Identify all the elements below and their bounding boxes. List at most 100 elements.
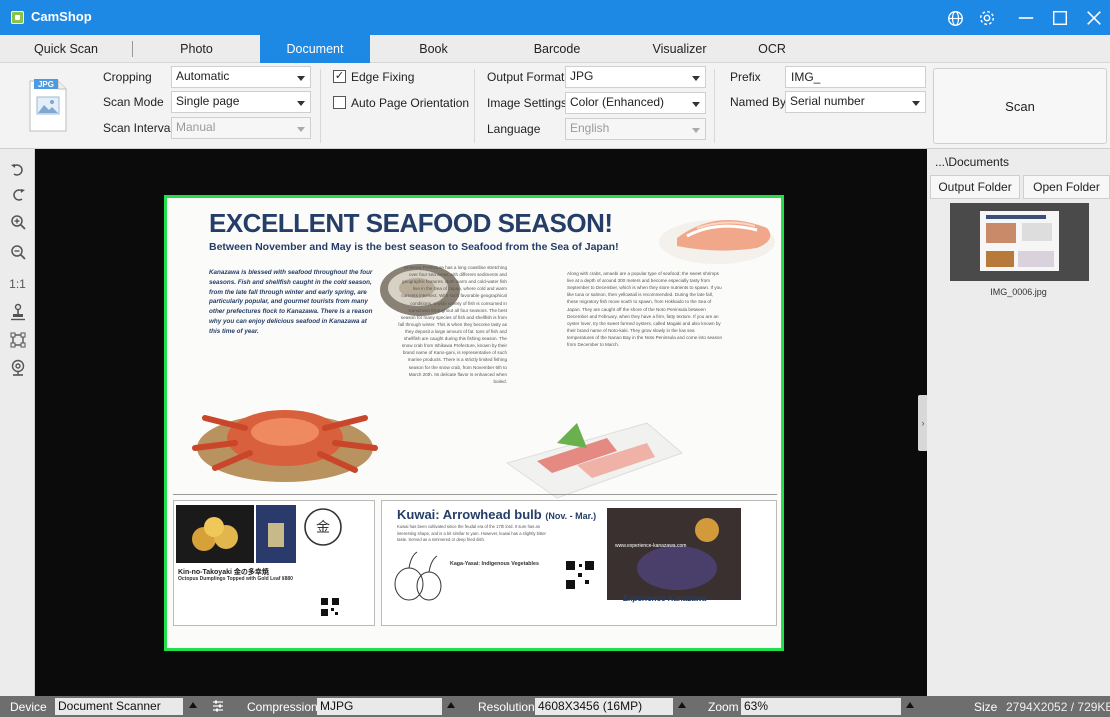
tab-book[interactable]: Book — [370, 35, 497, 63]
crop-frame-icon[interactable] — [5, 328, 30, 352]
output-panel: ...\Documents Output Folder Open Folder … — [927, 149, 1110, 696]
prefix-label: Prefix — [730, 70, 761, 84]
edge-fixing-checkbox[interactable]: ✓ — [333, 70, 346, 83]
experience-url: www.experience-kanazawa.com — [615, 543, 687, 549]
app-logo-icon — [11, 11, 24, 24]
open-folder-button[interactable]: Open Folder — [1023, 175, 1110, 199]
preview-tools-sidebar: 1:1 — [0, 149, 35, 696]
toolbar-divider — [320, 69, 321, 143]
auto-orientation-label: Auto Page Orientation — [351, 96, 470, 110]
chevron-down-icon — [297, 76, 305, 81]
chevron-down-icon — [297, 127, 305, 132]
actual-size-icon[interactable]: 1:1 — [5, 272, 30, 296]
webcam-icon[interactable] — [5, 356, 30, 380]
tab-quick-scan[interactable]: Quick Scan — [0, 35, 132, 63]
image-settings-select[interactable]: Color (Enhanced) — [565, 92, 706, 114]
scan-interval-value: Manual — [176, 120, 216, 134]
image-settings-value: Color (Enhanced) — [570, 95, 665, 109]
settings-gear-icon[interactable] — [975, 6, 999, 30]
close-icon[interactable] — [1082, 6, 1106, 30]
tab-barcode[interactable]: Barcode — [497, 35, 617, 63]
scan-mode-select[interactable]: Single page — [171, 91, 311, 113]
language-label: Language — [487, 122, 541, 136]
zoom-out-icon[interactable] — [5, 240, 30, 264]
scanned-document-page: EXCELLENT SEAFOOD SEASON! Between Novemb… — [164, 195, 784, 651]
output-format-select[interactable]: JPG — [565, 66, 706, 88]
compression-label: Compression — [247, 700, 318, 714]
language-select[interactable]: English — [565, 118, 706, 140]
shop-photo — [256, 505, 296, 563]
named-by-value: Serial number — [790, 94, 865, 108]
output-path: ...\Documents — [935, 155, 1010, 169]
tab-ocr[interactable]: OCR — [742, 35, 802, 63]
document-intro: Kanazawa is blessed with seafood through… — [209, 269, 373, 335]
scan-interval-select[interactable]: Manual — [171, 117, 311, 139]
camera-preview[interactable]: EXCELLENT SEAFOOD SEASON! Between Novemb… — [35, 149, 927, 696]
compression-select[interactable]: MJPG — [317, 698, 442, 715]
auto-orientation-checkbox[interactable] — [333, 96, 346, 109]
output-folder-button[interactable]: Output Folder — [930, 175, 1020, 199]
prefix-input[interactable]: IMG_ — [785, 66, 926, 88]
kuwai-text: Kuwai has been cultivated since the feud… — [397, 524, 546, 542]
device-label: Device — [10, 700, 47, 714]
rotate-left-icon[interactable] — [5, 158, 30, 182]
size-label: Size — [974, 700, 998, 714]
zoom-in-icon[interactable] — [5, 210, 30, 234]
shrimp-sushi-photo — [659, 220, 775, 264]
svg-text:金: 金 — [316, 520, 330, 536]
takoyaki-ad: 金 Kin-no-Takoyaki 金の多幸焼 Octopus Dumpling… — [173, 500, 375, 626]
experience-kanazawa-photo — [607, 508, 741, 600]
scan-button[interactable]: Scan — [933, 68, 1107, 144]
chevron-down-icon — [692, 76, 700, 81]
image-settings-label: Image Settings — [487, 96, 568, 110]
size-value: 2794X2052 / 729KB — [1006, 700, 1110, 714]
app-title: CamShop — [31, 9, 92, 24]
edge-fixing-label: Edge Fixing — [351, 70, 415, 84]
status-bar: Device Document Scanner Compression MJPG… — [0, 696, 1110, 717]
takoyaki-subtitle: Octopus Dumplings Topped with Gold Leaf … — [178, 576, 293, 582]
title-bar: CamShop — [0, 0, 1110, 35]
zoom-select[interactable]: 63% — [741, 698, 901, 715]
kuwai-bulb-illustration — [394, 551, 442, 601]
article-column-1: Ishikawa Prefecture has a long coastline… — [398, 265, 507, 384]
tab-visualizer[interactable]: Visualizer — [617, 35, 742, 63]
tab-photo[interactable]: Photo — [133, 35, 260, 63]
qr-code-icon — [320, 597, 340, 617]
resolution-select[interactable]: 4608X3456 (16MP) — [535, 698, 673, 715]
kin-logo-icon: 金 — [304, 508, 342, 546]
rotate-right-icon[interactable] — [5, 183, 30, 207]
chevron-down-icon — [692, 128, 700, 133]
zoom-expand-icon[interactable] — [906, 702, 914, 708]
device-settings-icon[interactable] — [211, 699, 225, 716]
globe-icon[interactable] — [943, 6, 967, 30]
kaga-yasai-title: Kaga-Yasai: Indigenous Vegetables — [450, 561, 539, 567]
maximize-icon[interactable] — [1048, 6, 1072, 30]
resolution-expand-icon[interactable] — [678, 702, 686, 708]
device-expand-icon[interactable] — [189, 702, 197, 708]
compression-expand-icon[interactable] — [447, 702, 455, 708]
scan-interval-label: Scan Interval — [103, 121, 174, 135]
stamp-icon[interactable] — [5, 300, 30, 324]
chevron-down-icon — [912, 101, 920, 106]
minimize-icon[interactable] — [1014, 6, 1038, 30]
named-by-label: Named By — [730, 95, 787, 109]
scan-settings-toolbar: JPG Cropping Automatic Scan Mode Single … — [0, 63, 1110, 149]
kuwai-title: Kuwai: Arrowhead bulb (Nov. - Mar.) — [397, 507, 596, 522]
scanned-thumbnail[interactable] — [950, 203, 1089, 281]
cropping-value: Automatic — [176, 69, 230, 83]
kuwai-season: (Nov. - Mar.) — [545, 511, 597, 521]
document-subheadline: Between November and May is the best sea… — [209, 241, 619, 253]
tab-document[interactable]: Document — [260, 35, 370, 63]
section-divider — [173, 494, 777, 495]
device-select[interactable]: Document Scanner — [55, 698, 183, 715]
named-by-select[interactable]: Serial number — [785, 91, 926, 113]
resolution-label: Resolution — [478, 700, 535, 714]
cropping-select[interactable]: Automatic — [171, 66, 311, 88]
scan-mode-value: Single page — [176, 94, 240, 108]
sashimi-photo — [505, 422, 683, 499]
takoyaki-photo — [176, 505, 254, 563]
chevron-down-icon — [692, 102, 700, 107]
toolbar-divider — [474, 69, 475, 143]
thumbnail-page-image — [980, 211, 1059, 271]
output-format-label: Output Format — [487, 70, 565, 84]
